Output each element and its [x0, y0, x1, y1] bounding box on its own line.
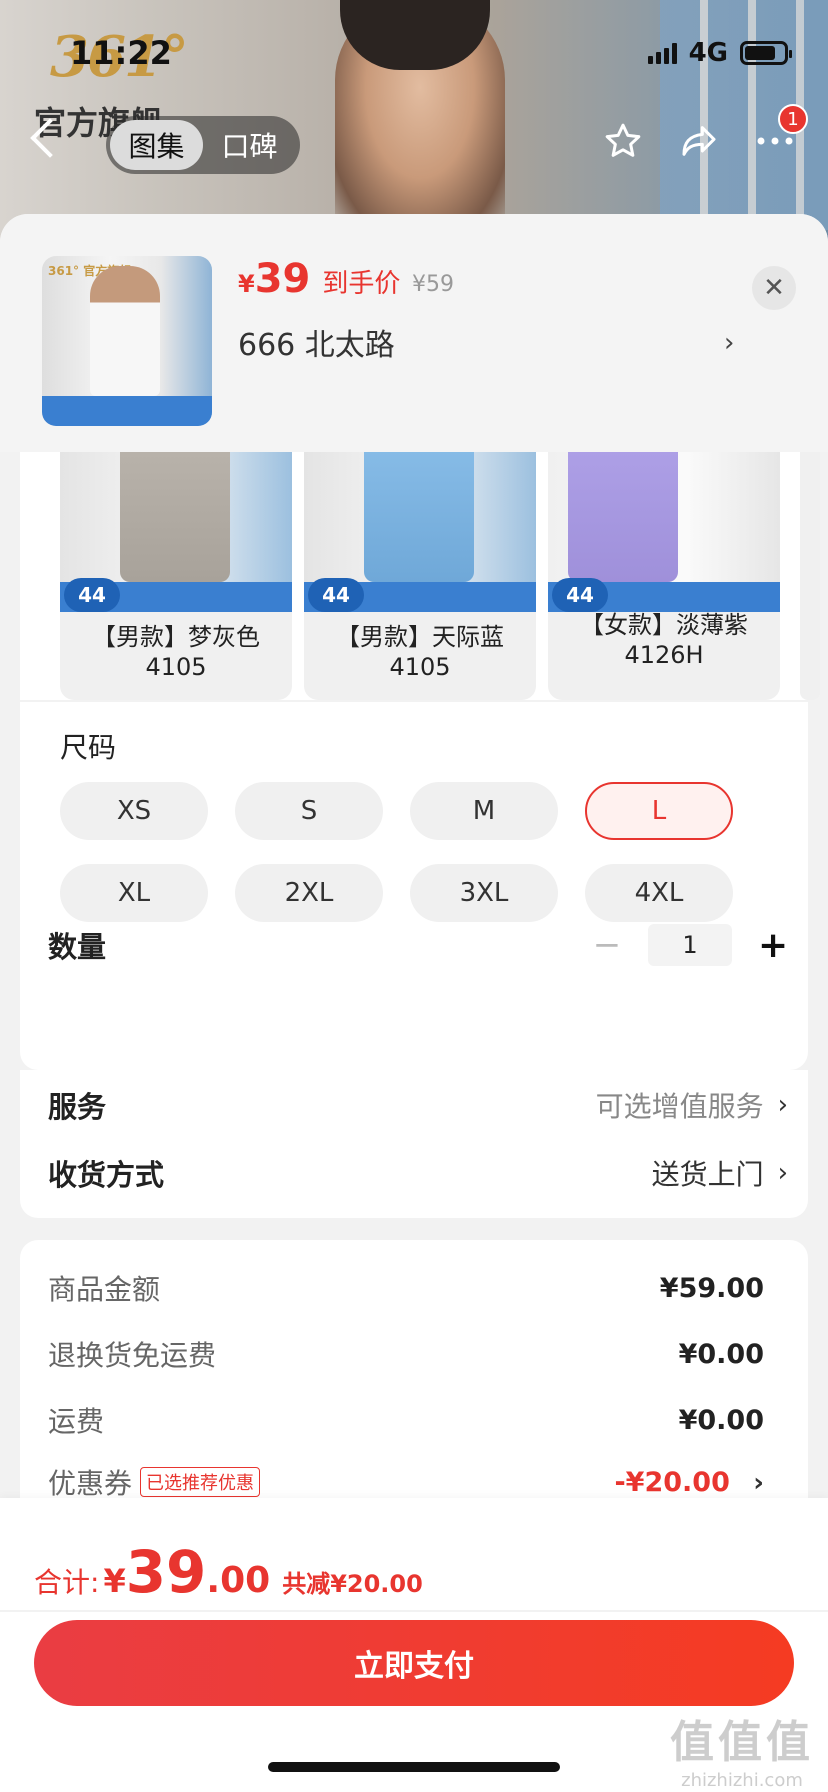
service-row[interactable]: 服务 可选增值服务 ›	[48, 1084, 788, 1126]
quantity-row: 数量 − 1 +	[48, 924, 788, 966]
detail-label: 商品金额	[48, 1273, 161, 1306]
variant-label: 【男款】梦灰色 4105	[92, 623, 260, 681]
delivery-address[interactable]: 666 北太路	[238, 320, 395, 364]
status-indicators: 4G	[647, 38, 792, 68]
divider	[0, 1610, 828, 1612]
variant-card[interactable]: 44 【男款】梦灰色 4105	[60, 452, 292, 700]
service-label: 服务	[48, 1090, 107, 1124]
close-icon[interactable]: ✕	[752, 266, 796, 310]
watermark: 值值值 zhizhizhi.com	[670, 1706, 814, 1791]
tab-gallery[interactable]: 图集	[110, 120, 203, 170]
price-tag: 到手价	[322, 269, 401, 299]
delivery-value-text: 送货上门	[651, 1158, 764, 1191]
variant-model	[568, 452, 678, 582]
status-time: 11:22	[70, 34, 172, 72]
variant-next-peek	[800, 452, 820, 700]
signal-icon	[647, 42, 677, 64]
thumb-price-band	[42, 396, 212, 426]
quantity-input[interactable]: 1	[648, 924, 732, 966]
variant-card[interactable]: 44 【女款】淡薄紫 4126H	[548, 452, 780, 700]
variant-badge: 44	[64, 578, 120, 612]
final-price: ¥ 39 到手价	[238, 256, 400, 302]
order-total: 合计: ¥ 39 .00 共减¥20.00	[34, 1538, 423, 1606]
quantity-label: 数量	[48, 930, 107, 964]
total-decimal: .00	[206, 1560, 271, 1601]
size-option[interactable]: L	[585, 782, 733, 840]
pay-now-button[interactable]: 立即支付	[34, 1620, 794, 1706]
service-value: 可选增值服务 ›	[596, 1085, 788, 1125]
more-icon[interactable]: 1	[752, 104, 808, 164]
variant-card[interactable]: 44 【男款】天际蓝 4105	[304, 452, 536, 700]
delivery-row[interactable]: 收货方式 送货上门 ›	[48, 1152, 788, 1194]
detail-value: -¥20.00	[614, 1466, 730, 1498]
variant-model	[364, 452, 474, 582]
price-currency: ¥	[238, 270, 255, 298]
thumb-model	[90, 266, 160, 396]
total-integer: 39	[125, 1538, 207, 1606]
service-value-text: 可选增值服务	[595, 1090, 764, 1123]
detail-label: 优惠券	[48, 1467, 133, 1500]
service-panel: 服务 可选增值服务 › 收货方式 送货上门 ›	[20, 1070, 808, 1218]
service-chevron-icon: ›	[777, 1090, 788, 1120]
variant-label: 【男款】天际蓝 4105	[336, 623, 504, 681]
coupon-label-group: 优惠券 已选推荐优惠	[48, 1462, 261, 1502]
size-option[interactable]: S	[235, 782, 383, 840]
detail-value: ¥59.00	[659, 1272, 764, 1304]
watermark-logo: 值值值	[670, 1717, 814, 1768]
size-option[interactable]: 4XL	[585, 864, 733, 922]
detail-row-coupon[interactable]: 优惠券 已选推荐优惠 -¥20.00 ›	[48, 1462, 764, 1502]
variant-list: 44 【男款】梦灰色 4105 44 【男款】天际蓝 4105 44 【女款】淡…	[0, 452, 828, 702]
detail-row-shipping: 运费 ¥0.00	[48, 1400, 764, 1440]
delivery-label: 收货方式	[48, 1158, 165, 1192]
total-savings: 共减¥20.00	[282, 1570, 423, 1598]
notification-badge: 1	[778, 104, 808, 134]
delivery-value: 送货上门 ›	[652, 1153, 788, 1193]
coupon-value-group: -¥20.00 ›	[614, 1467, 764, 1498]
network-type: 4G	[688, 38, 728, 68]
price-detail-panel: 商品金额 ¥59.00 退换货免运费 ¥0.00 运费 ¥0.00 优惠券 已选…	[20, 1240, 808, 1540]
coupon-chevron-icon: ›	[753, 1467, 764, 1498]
address-chevron-icon[interactable]: ›	[724, 328, 734, 358]
home-indicator[interactable]	[268, 1762, 560, 1772]
battery-icon	[740, 41, 792, 65]
watermark-url: zhizhizhi.com	[681, 1770, 803, 1791]
size-option[interactable]: M	[410, 782, 558, 840]
detail-label: 运费	[48, 1405, 105, 1438]
variant-model	[120, 452, 230, 582]
tab-reviews[interactable]: 口碑	[203, 120, 296, 170]
size-option[interactable]: XL	[60, 864, 208, 922]
detail-value: ¥0.00	[678, 1338, 764, 1370]
variant-badge: 44	[552, 578, 608, 612]
size-option[interactable]: 3XL	[410, 864, 558, 922]
quantity-minus-button[interactable]: −	[592, 925, 622, 965]
delivery-chevron-icon: ›	[777, 1158, 788, 1188]
price-value: 39	[254, 256, 311, 302]
checkout-bar: 合计: ¥ 39 .00 共减¥20.00 立即支付 值值值 zhizhizhi…	[0, 1498, 828, 1792]
quantity-plus-button[interactable]: +	[758, 925, 788, 966]
total-label: 合计:	[34, 1566, 100, 1599]
nav-actions: 1	[600, 104, 808, 164]
detail-row-goods: 商品金额 ¥59.00	[48, 1268, 764, 1308]
variant-label: 【女款】淡薄紫 4126H	[580, 611, 748, 669]
detail-value: ¥0.00	[678, 1404, 764, 1436]
sheet-header: 361° 官方旗舰 ¥ 39 到手价 ¥59 666 北太路 › ✕	[0, 214, 828, 452]
original-price: ¥59	[412, 272, 454, 297]
size-option[interactable]: 2XL	[235, 864, 383, 922]
quantity-stepper: − 1 +	[592, 924, 788, 966]
total-currency: ¥	[103, 1562, 126, 1600]
gallery-tabs: 图集 口碑	[106, 116, 300, 174]
variant-badge: 44	[308, 578, 364, 612]
product-thumbnail[interactable]: 361° 官方旗舰	[42, 256, 212, 426]
size-title: 尺码	[60, 731, 117, 764]
coupon-tag: 已选推荐优惠	[140, 1467, 261, 1497]
detail-label: 退换货免运费	[48, 1339, 217, 1372]
options-panel: 尺码 XS S M L XL 2XL 3XL 4XL 数量 − 1 +	[20, 702, 808, 1070]
share-icon[interactable]	[676, 118, 722, 164]
size-option[interactable]: XS	[60, 782, 208, 840]
detail-row-return-shipping: 退换货免运费 ¥0.00	[48, 1334, 764, 1374]
favorite-star-icon[interactable]	[600, 118, 646, 164]
